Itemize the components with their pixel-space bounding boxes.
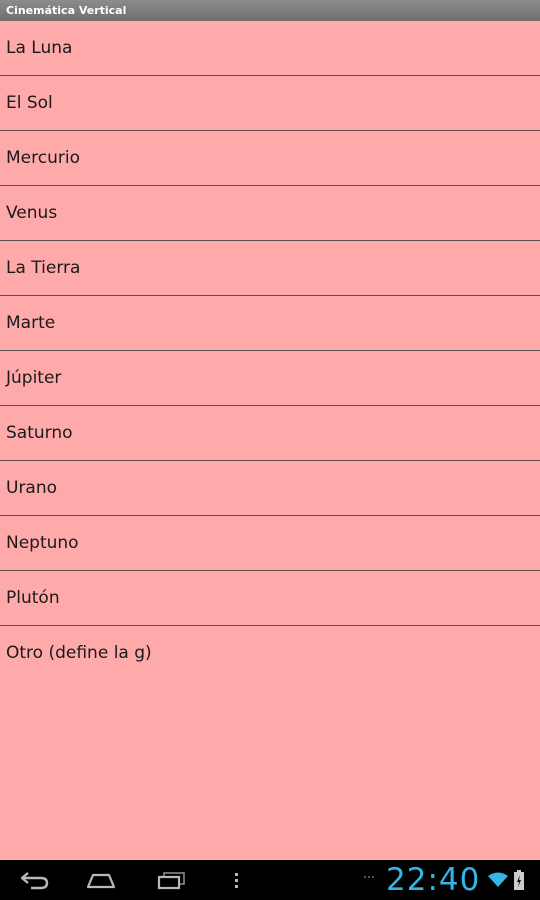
overflow-menu-button[interactable] xyxy=(212,860,262,900)
screen: Cinemática Vertical La Luna El Sol Mercu… xyxy=(0,0,540,900)
status-clock: 22:40 xyxy=(386,862,481,898)
list-item-pluton[interactable]: Plutón xyxy=(0,571,540,626)
list-item-la-tierra[interactable]: La Tierra xyxy=(0,241,540,296)
system-navigation-bar: 22:40 xyxy=(0,860,540,900)
battery-icon xyxy=(514,870,524,890)
back-icon xyxy=(20,872,49,890)
app-title: Cinemática Vertical xyxy=(6,4,127,17)
list-item-mercurio[interactable]: Mercurio xyxy=(0,131,540,186)
list-item-label: Neptuno xyxy=(6,533,79,553)
planet-list: La Luna El Sol Mercurio Venus La Tierra … xyxy=(0,21,540,681)
list-item-label: Júpiter xyxy=(6,368,62,388)
menu-icon xyxy=(235,873,238,888)
list-item-label: Venus xyxy=(6,203,58,223)
list-item-label: Saturno xyxy=(6,423,73,443)
list-item-el-sol[interactable]: El Sol xyxy=(0,76,540,131)
list-item-venus[interactable]: Venus xyxy=(0,186,540,241)
list-item-saturno[interactable]: Saturno xyxy=(0,406,540,461)
list-item-label: Plutón xyxy=(6,588,60,608)
list-item-label: El Sol xyxy=(6,93,53,113)
list-item-marte[interactable]: Marte xyxy=(0,296,540,351)
battery-status xyxy=(513,860,525,900)
back-button[interactable] xyxy=(10,860,60,900)
recent-apps-button[interactable] xyxy=(146,860,196,900)
notification-dots-icon xyxy=(364,876,374,878)
list-item-label: La Tierra xyxy=(6,258,81,278)
list-item-jupiter[interactable]: Júpiter xyxy=(0,351,540,406)
list-item-label: Mercurio xyxy=(6,148,80,168)
recent-apps-icon xyxy=(157,872,185,890)
list-item-label: Otro (define la g) xyxy=(6,643,152,663)
list-item-otro[interactable]: Otro (define la g) xyxy=(0,626,540,681)
list-item-la-luna[interactable]: La Luna xyxy=(0,21,540,76)
list-item-label: Urano xyxy=(6,478,58,498)
wifi-status xyxy=(487,860,509,900)
list-item-neptuno[interactable]: Neptuno xyxy=(0,516,540,571)
list-item-label: La Luna xyxy=(6,38,73,58)
app-title-bar: Cinemática Vertical xyxy=(0,0,540,21)
list-item-urano[interactable]: Urano xyxy=(0,461,540,516)
wifi-icon xyxy=(488,872,508,887)
notification-indicator xyxy=(362,860,376,900)
list-item-label: Marte xyxy=(6,313,56,333)
home-button[interactable] xyxy=(76,860,126,900)
home-icon xyxy=(86,873,116,889)
